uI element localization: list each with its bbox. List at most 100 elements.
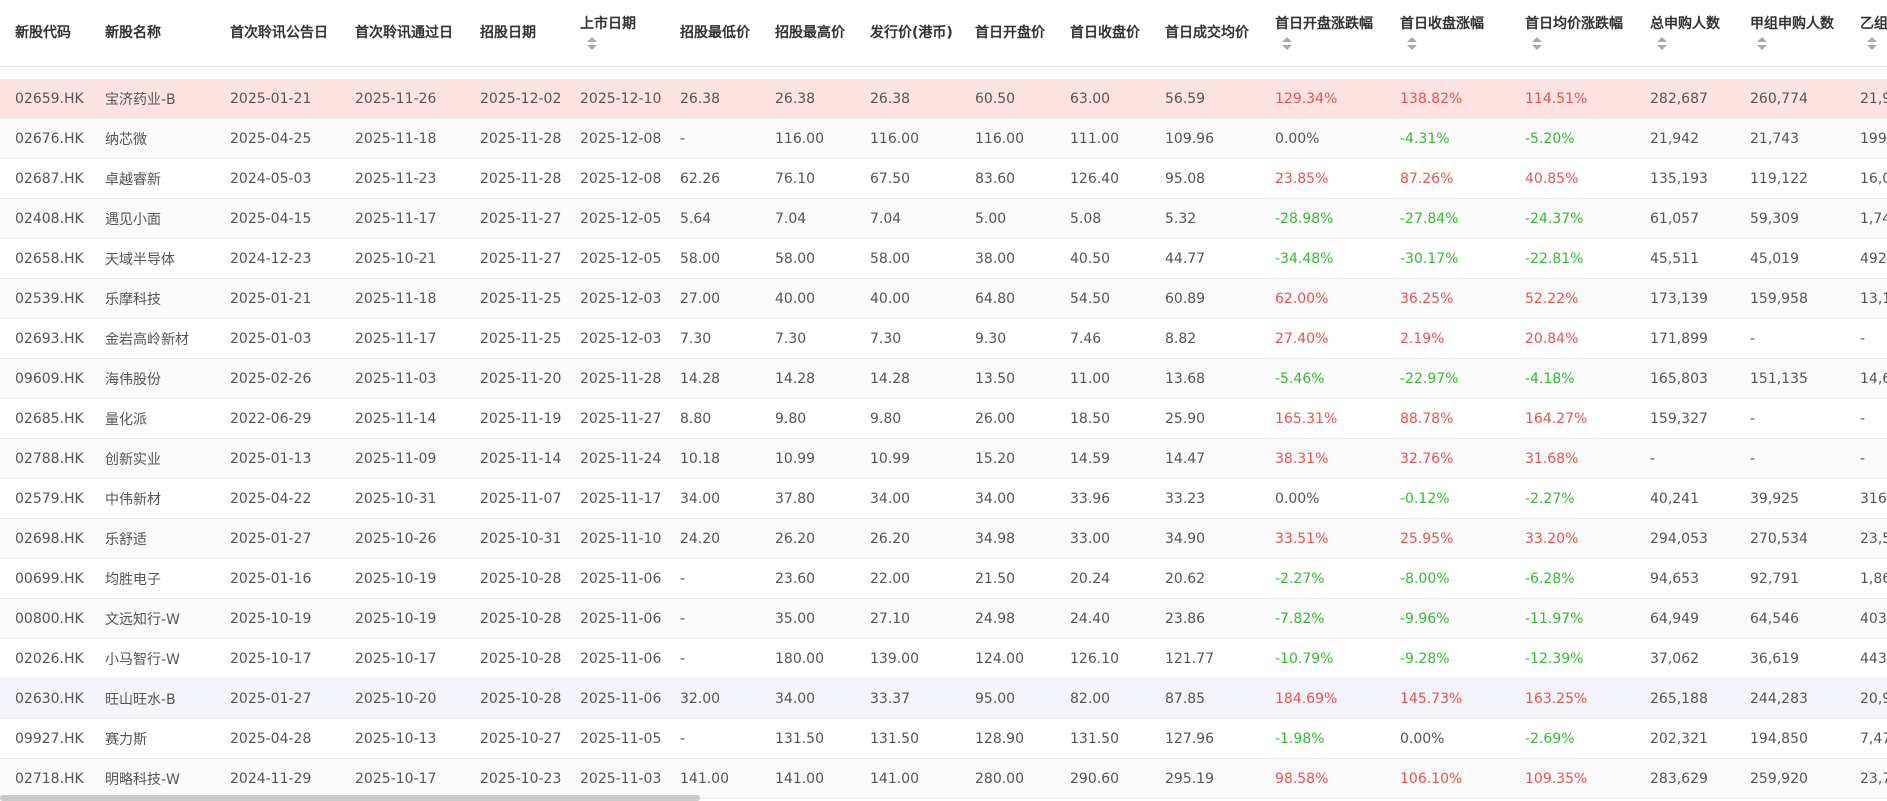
- cell-avg: 23.86: [1150, 598, 1260, 639]
- column-header-label: 招股最高价: [775, 25, 845, 41]
- cell-avg-chg: 33.20%: [1510, 518, 1635, 559]
- cell-first-hearing-pass: 2025-10-17: [340, 758, 465, 799]
- cell-open-chg: 27.40%: [1260, 318, 1385, 359]
- table-row[interactable]: 02539.HK 乐摩科技 2025-01-21 2025-11-18 2025-11-…: [0, 278, 1887, 319]
- sort-icon[interactable]: [1757, 36, 1767, 52]
- cell-avg-chg: -12.39%: [1510, 638, 1635, 679]
- cell-avg-chg: -11.97%: [1510, 598, 1635, 639]
- column-header-code: 新股代码: [0, 0, 90, 67]
- table-row[interactable]: 02685.HK 量化派 2022-06-29 2025-11-14 2025-11-1…: [0, 398, 1887, 439]
- cell-group-a: 39,925: [1735, 478, 1845, 519]
- table-row[interactable]: 00699.HK 均胜电子 2025-01-16 2025-10-19 2025-10-…: [0, 558, 1887, 599]
- cell-first-hearing-pass: 2025-10-13: [340, 718, 465, 759]
- cell-open-chg: -10.79%: [1260, 638, 1385, 679]
- sort-icon[interactable]: [1532, 36, 1542, 52]
- cell-group-b: 16,0: [1845, 158, 1887, 199]
- cell-min-price: 8.80: [665, 398, 760, 439]
- cell-group-a: 92,791: [1735, 558, 1845, 599]
- cell-avg: 14.47: [1150, 438, 1260, 479]
- table-row[interactable]: 02026.HK 小马智行-W 2025-10-17 2025-10-17 2025-1…: [0, 638, 1887, 679]
- column-header-open-chg[interactable]: 首日开盘涨跌幅: [1260, 0, 1385, 67]
- cell-open: 13.50: [960, 358, 1055, 399]
- cell-close: 40.50: [1055, 238, 1150, 279]
- cell-code: 09927.HK: [0, 718, 90, 759]
- cell-listing-date: 2025-11-06: [565, 558, 665, 599]
- table-row[interactable]: 02579.HK 中伟新材 2025-04-22 2025-10-31 2025-11-…: [0, 478, 1887, 519]
- cell-open: 9.30: [960, 318, 1055, 359]
- table-row[interactable]: 02693.HK 金岩高岭新材 2025-01-03 2025-11-17 2025-1…: [0, 318, 1887, 359]
- cell-first-hearing-announce: 2025-10-17: [215, 638, 340, 679]
- cell-close: 111.00: [1055, 118, 1150, 159]
- column-header-group-b[interactable]: 乙组申购人数: [1845, 0, 1887, 67]
- table-row[interactable]: 02630.HK 旺山旺水-B 2025-01-27 2025-10-20 2025-1…: [0, 678, 1887, 719]
- column-header-close-chg[interactable]: 首日收盘涨幅: [1385, 0, 1510, 67]
- cell-group-a: 159,958: [1735, 278, 1845, 319]
- table-row[interactable]: 02659.HK 宝济药业-B 2025-01-21 2025-11-26 2025-1…: [0, 79, 1887, 119]
- cell-close-chg: 145.73%: [1385, 678, 1510, 719]
- cell-first-hearing-announce: 2025-04-15: [215, 198, 340, 239]
- cell-total-applicants: 165,803: [1635, 358, 1735, 399]
- table-row[interactable]: 02687.HK 卓越睿新 2024-05-03 2025-11-23 2025-11-…: [0, 158, 1887, 199]
- cell-open: 21.50: [960, 558, 1055, 599]
- table-row[interactable]: 02408.HK 遇见小面 2025-04-15 2025-11-17 2025-11-…: [0, 198, 1887, 239]
- sort-icon[interactable]: [1407, 36, 1417, 52]
- column-header-listing-date[interactable]: 上市日期: [565, 0, 665, 67]
- cell-code: 02539.HK: [0, 278, 90, 319]
- table-row[interactable]: 09927.HK 赛力斯 2025-04-28 2025-10-13 2025-10-2…: [0, 718, 1887, 759]
- table-row[interactable]: 09609.HK 海伟股份 2025-02-26 2025-11-03 2025-11-…: [0, 358, 1887, 399]
- table-row[interactable]: 00800.HK 文远知行-W 2025-10-19 2025-10-19 2025-1…: [0, 598, 1887, 639]
- column-header-avg-chg[interactable]: 首日均价涨跌幅: [1510, 0, 1635, 67]
- cell-group-b: -: [1845, 438, 1887, 479]
- cell-group-a: -: [1735, 398, 1845, 439]
- horizontal-scrollbar[interactable]: [0, 795, 700, 801]
- cell-issue-price: 7.30: [855, 318, 960, 359]
- table-row[interactable]: 02788.HK 创新实业 2025-01-13 2025-11-09 2025-11-…: [0, 438, 1887, 479]
- cell-first-hearing-pass: 2025-11-18: [340, 118, 465, 159]
- table-row[interactable]: 02658.HK 天域半导体 2024-12-23 2025-10-21 2025-11…: [0, 238, 1887, 279]
- cell-avg-chg: 31.68%: [1510, 438, 1635, 479]
- cell-min-price: 141.00: [665, 758, 760, 799]
- cell-code: 02659.HK: [0, 79, 90, 119]
- ipo-table-container: 新股代码 新股名称 首次聆讯公告日 首次聆讯通过日 招股日期 上市日期 招股最低价 招股最高价…: [0, 0, 1887, 801]
- cell-listing-date: 2025-12-08: [565, 158, 665, 199]
- cell-code: 02718.HK: [0, 758, 90, 799]
- sort-icon[interactable]: [1867, 36, 1877, 52]
- cell-subscription-date: 2025-11-20: [465, 358, 565, 399]
- cell-listing-date: 2025-11-17: [565, 478, 665, 519]
- cell-close: 82.00: [1055, 678, 1150, 719]
- table-row[interactable]: 02698.HK 乐舒适 2025-01-27 2025-10-26 2025-10-3…: [0, 518, 1887, 559]
- sort-icon[interactable]: [1657, 36, 1667, 52]
- cell-group-a: -: [1735, 318, 1845, 359]
- cell-close: 7.46: [1055, 318, 1150, 359]
- cell-first-hearing-pass: 2025-10-17: [340, 638, 465, 679]
- column-header-min-price: 招股最低价: [665, 0, 760, 67]
- cell-first-hearing-announce: 2025-04-25: [215, 118, 340, 159]
- cell-listing-date: 2025-12-10: [565, 79, 665, 119]
- cell-group-a: 119,122: [1735, 158, 1845, 199]
- cell-listing-date: 2025-11-06: [565, 678, 665, 719]
- cell-listing-date: 2025-11-06: [565, 638, 665, 679]
- cell-subscription-date: 2025-11-28: [465, 158, 565, 199]
- column-header-issue-price: 发行价(港币): [855, 0, 960, 67]
- table-row[interactable]: 02676.HK 纳芯微 2025-04-25 2025-11-18 2025-11-2…: [0, 118, 1887, 159]
- column-header-total-applicants[interactable]: 总申购人数: [1635, 0, 1735, 67]
- cell-subscription-date: 2025-11-28: [465, 118, 565, 159]
- cell-first-hearing-pass: 2025-11-17: [340, 318, 465, 359]
- cell-group-b: 7,47: [1845, 718, 1887, 759]
- cell-open-chg: 23.85%: [1260, 158, 1385, 199]
- cell-group-a: 244,283: [1735, 678, 1845, 719]
- column-header-group-a[interactable]: 甲组申购人数: [1735, 0, 1845, 67]
- cell-name: 中伟新材: [90, 478, 215, 519]
- table-row[interactable]: 02718.HK 明略科技-W 2024-11-29 2025-10-17 2025-1…: [0, 758, 1887, 799]
- sort-icon[interactable]: [587, 36, 597, 52]
- cell-close-chg: -0.12%: [1385, 478, 1510, 519]
- cell-total-applicants: 45,511: [1635, 238, 1735, 279]
- cell-min-price: -: [665, 598, 760, 639]
- cell-group-b: 1,86: [1845, 558, 1887, 599]
- cell-close-chg: 36.25%: [1385, 278, 1510, 319]
- cell-group-b: 23,7: [1845, 758, 1887, 799]
- cell-name: 明略科技-W: [90, 758, 215, 799]
- sort-icon[interactable]: [1282, 36, 1292, 52]
- cell-group-a: 64,546: [1735, 598, 1845, 639]
- cell-subscription-date: 2025-11-25: [465, 318, 565, 359]
